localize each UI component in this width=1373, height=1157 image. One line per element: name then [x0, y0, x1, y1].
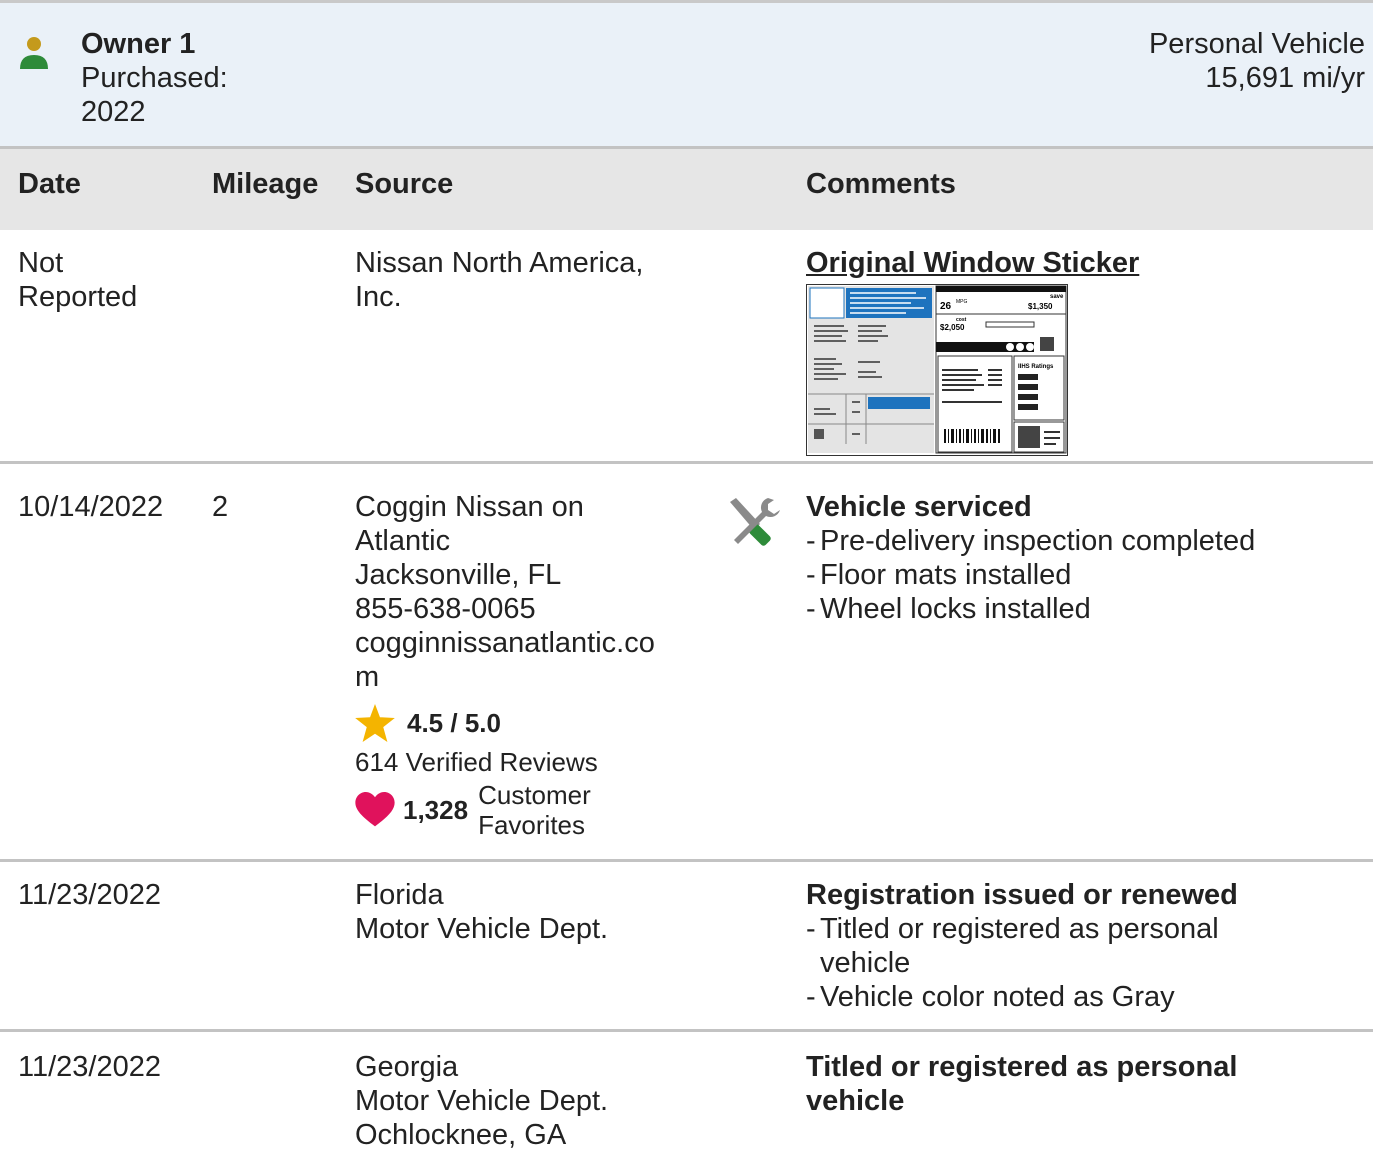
- row-date: 11/23/2022: [18, 879, 161, 911]
- owner-header: Owner 1 Purchased: 2022 Personal Vehicle…: [0, 0, 1373, 146]
- row-date: 11/23/2022: [18, 1051, 161, 1083]
- row-comments: Original Window Sticker 26 MPG save $1,3…: [806, 246, 1346, 456]
- sticker-save-amount: $1,350: [1028, 302, 1053, 311]
- row-source: Nissan North America, Inc.: [355, 246, 715, 314]
- website-link[interactable]: m: [355, 660, 715, 694]
- heart-icon: [355, 792, 395, 827]
- comment-list: Pre-delivery inspection completed Floor …: [806, 524, 1346, 626]
- favorites-label-line: Favorites: [478, 810, 585, 840]
- favorites-count: 1,328: [403, 795, 469, 825]
- source-line: Inc.: [355, 281, 402, 313]
- comment-title-line: vehicle: [806, 1085, 905, 1117]
- source-line: Georgia: [355, 1051, 459, 1083]
- source-line: Nissan North America,: [355, 247, 644, 279]
- comment-title: Registration issued or renewed: [806, 879, 1238, 911]
- source-line: Jacksonville, FL: [355, 559, 562, 591]
- sticker-mpg-label: MPG: [956, 299, 968, 305]
- table-row: Not Reported Nissan North America, Inc. …: [0, 230, 1373, 464]
- owner-name: Owner 1: [81, 28, 196, 60]
- table-row: 11/23/2022 Georgia Motor Vehicle Dept. O…: [0, 1032, 1373, 1157]
- table-header: Date Mileage Source Comments: [0, 146, 1373, 230]
- owner-info: Owner 1 Purchased: 2022: [81, 27, 228, 129]
- source-line: Coggin Nissan on: [355, 491, 584, 523]
- comment-item: Floor mats installed: [806, 558, 1346, 592]
- sticker-mpg: 26: [940, 301, 952, 312]
- table-row: 11/23/2022 Florida Motor Vehicle Dept. R…: [0, 862, 1373, 1032]
- comment-item: Pre-delivery inspection completed: [806, 524, 1346, 558]
- window-sticker-thumbnail[interactable]: 26 MPG save $1,350 cost $2,050 IIHS Rati…: [806, 284, 1068, 456]
- comment-title-line: Titled or registered as personal: [806, 1051, 1238, 1083]
- source-line: Motor Vehicle Dept.: [355, 1085, 609, 1117]
- mileage-per-year: 15,691 mi/yr: [1205, 62, 1365, 94]
- rating-value: 4.5 / 5.0: [407, 708, 501, 738]
- row-date: 10/14/2022: [18, 491, 164, 523]
- table-row: 10/14/2022 2 Coggin Nissan on Atlantic J…: [0, 464, 1373, 862]
- comment-list: Titled or registered as personal vehicle…: [806, 912, 1276, 1014]
- favorites-label-line: Customer: [478, 780, 591, 810]
- sticker-ratings-label: IIHS Ratings: [1018, 364, 1054, 370]
- header-comments: Comments: [806, 168, 956, 200]
- header-source: Source: [355, 168, 454, 200]
- row-source: Coggin Nissan on Atlantic Jacksonville, …: [355, 490, 715, 840]
- website-link[interactable]: cogginnissanatlantic.co: [355, 626, 715, 660]
- row-comments: Vehicle serviced Pre-delivery inspection…: [806, 490, 1346, 626]
- window-sticker-link[interactable]: Original Window Sticker: [806, 246, 1346, 280]
- header-date: Date: [18, 168, 81, 200]
- row-mileage: 2: [212, 491, 229, 523]
- row-source: Georgia Motor Vehicle Dept. Ochlocknee, …: [355, 1050, 715, 1152]
- comment-item: Titled or registered as personal vehicle: [806, 912, 1276, 980]
- wrench-screwdriver-icon: [730, 498, 780, 546]
- customer-favorites: 1,328 Customer Favorites: [355, 780, 715, 840]
- dealer-rating: 4.5 / 5.0: [355, 704, 715, 742]
- vehicle-type: Personal Vehicle: [1148, 28, 1365, 60]
- star-icon: [355, 704, 395, 742]
- comment-title: Vehicle serviced: [806, 491, 1032, 523]
- person-icon: [20, 37, 48, 69]
- comment-item: Vehicle color noted as Gray: [806, 980, 1276, 1014]
- source-line: Atlantic: [355, 525, 451, 557]
- purchased-year: 2022: [81, 96, 146, 128]
- header-mileage: Mileage: [212, 168, 319, 200]
- row-source: Florida Motor Vehicle Dept.: [355, 878, 715, 946]
- sticker-cost-amount: $2,050: [940, 323, 965, 332]
- verified-reviews[interactable]: 614 Verified Reviews: [355, 746, 715, 778]
- date-line: Reported: [18, 281, 138, 313]
- phone-link[interactable]: 855-638-0065: [355, 592, 715, 626]
- row-comments: Titled or registered as personal vehicle: [806, 1050, 1346, 1118]
- favorites-label: Customer Favorites: [478, 780, 591, 840]
- source-line: Ochlocknee, GA: [355, 1119, 567, 1151]
- source-line: Motor Vehicle Dept.: [355, 913, 609, 945]
- owner-summary: Personal Vehicle 15,691 mi/yr: [1149, 27, 1365, 95]
- source-line: Florida: [355, 879, 444, 911]
- purchased-label: Purchased:: [81, 62, 228, 94]
- comment-item: Wheel locks installed: [806, 592, 1346, 626]
- row-date: Not Reported: [18, 246, 203, 314]
- row-comments: Registration issued or renewed Titled or…: [806, 878, 1276, 1014]
- date-line: Not: [18, 247, 64, 279]
- sticker-save-label: save: [1050, 294, 1064, 300]
